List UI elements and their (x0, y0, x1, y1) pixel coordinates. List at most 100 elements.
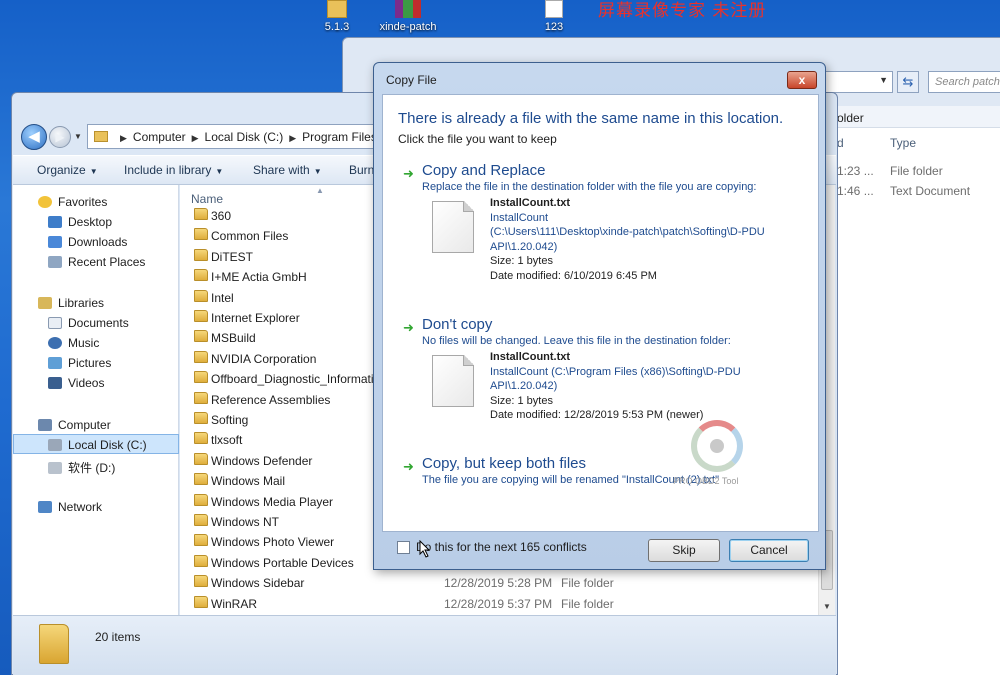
folder-icon (194, 351, 208, 363)
details-pane: 20 items (13, 615, 836, 675)
libraries-icon (38, 297, 52, 309)
nav-documents[interactable]: Documents (13, 313, 179, 333)
folder-icon (194, 392, 208, 404)
file-name: Internet Explorer (211, 311, 300, 325)
pro-obd2-logo: PRO OBD2 Tool (673, 420, 743, 494)
nav-label: Network (58, 500, 103, 514)
text-file-icon (432, 201, 474, 253)
nav-label: Documents (68, 316, 129, 330)
green-arrow-icon: ➜ (403, 459, 414, 474)
file-size: Size: 1 bytes (490, 255, 553, 267)
folder-icon (194, 494, 208, 506)
chevron-right-icon[interactable]: ▶ (120, 133, 127, 143)
file-type: File folder (561, 576, 614, 590)
nav-downloads[interactable]: Downloads (13, 232, 179, 252)
include-in-library-button[interactable]: Include in library ▼ (124, 163, 223, 177)
folder-icon (194, 534, 208, 546)
back-row-time: 1:46 ... (837, 184, 874, 198)
dialog-footer: Do this for the next 165 conflicts Skip … (382, 532, 819, 568)
nav-videos[interactable]: Videos (13, 373, 179, 393)
back-row-type: File folder (890, 164, 943, 178)
file-date-modified: Date modified: 12/28/2019 5:53 PM (newer… (490, 409, 704, 421)
desktop-icon-label: xinde-patch (379, 21, 437, 33)
breadcrumb-program-files[interactable]: Program Files ( (302, 130, 376, 144)
keep-both-option[interactable]: ➜ Copy, but keep both files The file you… (401, 455, 811, 495)
file-date: 12/28/2019 5:37 PM (444, 597, 553, 611)
back-row-time: 1:23 ... (837, 164, 874, 178)
desktop-left-edge (0, 0, 11, 675)
breadcrumb-local-disk[interactable]: Local Disk (C:) (205, 130, 284, 144)
dialog-body: There is already a file with the same na… (382, 94, 819, 532)
copy-and-replace-option[interactable]: ➜ Copy and Replace Replace the file in t… (401, 162, 811, 282)
column-header-type[interactable]: Type (890, 136, 916, 150)
nav-favorites[interactable]: Favorites (13, 192, 179, 212)
include-in-library-label: Include in library (124, 163, 212, 177)
nav-libraries[interactable]: Libraries (13, 293, 179, 313)
conflict-instruction: Click the file you want to keep (398, 132, 557, 146)
address-bar[interactable]: ▶ Computer ▶ Local Disk (C:) ▶ Program Files … (87, 124, 377, 149)
nav-label: 软件 (D:) (68, 461, 116, 475)
logo-hub (710, 439, 724, 453)
folder-icon (194, 412, 208, 424)
documents-icon (48, 317, 62, 329)
file-name: 360 (211, 209, 232, 223)
apply-to-all-label[interactable]: Do this for the next 165 conflicts (416, 540, 587, 554)
chevron-down-icon: ▼ (313, 167, 322, 176)
organize-button[interactable]: Organize ▼ (37, 163, 98, 177)
refresh-icon[interactable]: ⇆ (897, 71, 919, 93)
option-title: Don't copy (422, 316, 493, 333)
text-file-icon (545, 0, 563, 18)
back-arrow-icon[interactable]: ◀ (21, 124, 47, 150)
nav-computer[interactable]: Computer (13, 415, 179, 435)
skip-button[interactable]: Skip (648, 539, 720, 562)
folder-icon (194, 514, 208, 526)
nav-music[interactable]: Music (13, 333, 179, 353)
navigation-pane: Favorites Desktop Downloads Recent Place… (13, 185, 179, 615)
nav-recent-places[interactable]: Recent Places (13, 252, 179, 272)
nav-network[interactable]: Network (13, 497, 179, 517)
nav-drive-d[interactable]: 软件 (D:) (13, 456, 179, 476)
nav-local-disk-c[interactable]: Local Disk (C:) (13, 434, 179, 454)
desktop-icon-xinde-patch[interactable]: xinde-patch (373, 0, 443, 33)
option-description: No files will be changed. Leave this fil… (422, 335, 731, 347)
copy-file-dialog[interactable]: Copy File x There is already a file with… (373, 62, 826, 570)
cancel-button[interactable]: Cancel (729, 539, 809, 562)
search-input[interactable]: Search patch (928, 71, 1000, 93)
folder-icon (194, 371, 208, 383)
source-file-info: InstallCount.txt InstallCount (C:\Users\… (490, 196, 810, 283)
nav-desktop[interactable]: Desktop (13, 212, 179, 232)
nav-pictures[interactable]: Pictures (13, 353, 179, 373)
file-row[interactable]: WinRAR 12/28/2019 5:37 PM File folder (180, 593, 820, 613)
file-name: Common Files (211, 229, 289, 243)
folder-icon (194, 453, 208, 465)
file-name: Windows NT (211, 515, 280, 529)
column-header-size[interactable]: d (837, 136, 844, 150)
scroll-down-icon[interactable]: ▼ (823, 602, 831, 611)
dont-copy-option[interactable]: ➜ Don't copy No files will be changed. L… (401, 316, 811, 426)
file-name: I+ME Actia GmbH (211, 270, 307, 284)
file-type: File folder (561, 597, 614, 611)
apply-to-all-checkbox[interactable] (397, 541, 410, 554)
file-row[interactable]: Windows Sidebar 12/28/2019 5:28 PM File fo… (180, 572, 820, 592)
chevron-down-icon[interactable]: ▼ (879, 75, 888, 85)
desktop-icon-123[interactable]: 123 (519, 0, 589, 33)
column-header-name[interactable]: Name (191, 192, 223, 206)
nav-label: Libraries (58, 296, 105, 310)
close-icon[interactable]: x (787, 71, 817, 89)
file-name: DiTEST (211, 250, 253, 264)
chevron-right-icon[interactable]: ▶ (289, 133, 296, 143)
folder-icon (194, 228, 208, 240)
back-address-bar[interactable]: ▼ (823, 71, 893, 93)
back-file-list: older d Type 1:23 ... File folder 1:46 .… (829, 106, 1000, 675)
file-name: Windows Mail (211, 474, 286, 488)
desktop-icon-513[interactable]: 5.1.3 (302, 0, 372, 33)
burn-button[interactable]: Burn (349, 163, 374, 177)
share-with-button[interactable]: Share with ▼ (253, 163, 322, 177)
drive-icon (48, 462, 62, 474)
drive-icon (48, 439, 62, 451)
recent-pages-dropdown-icon[interactable]: ▼ (74, 132, 82, 141)
folder-icon (194, 208, 208, 220)
chevron-right-icon[interactable]: ▶ (192, 133, 199, 143)
forward-arrow-icon[interactable]: ▶ (49, 126, 71, 148)
breadcrumb-computer[interactable]: Computer (133, 130, 186, 144)
